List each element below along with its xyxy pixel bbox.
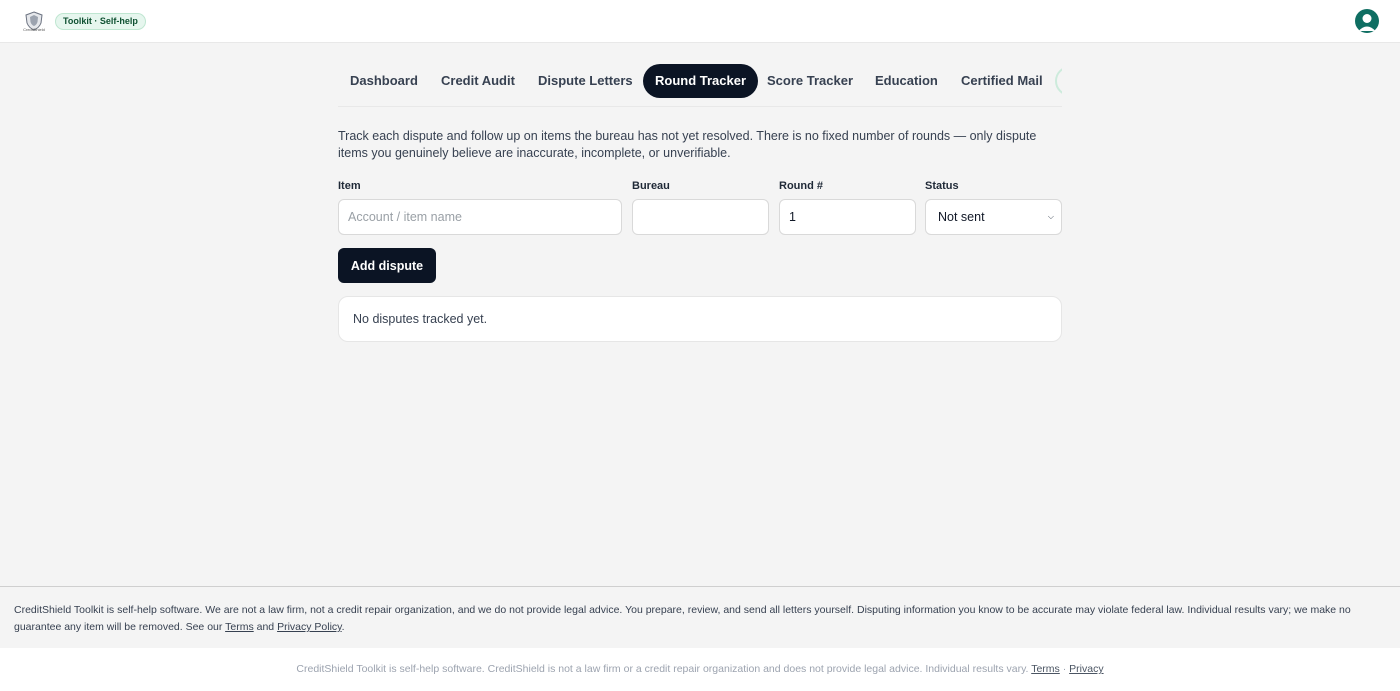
user-avatar-icon[interactable] (1355, 9, 1379, 33)
tab-dispute-letters[interactable]: Dispute Letters (538, 64, 633, 98)
tab-score-tracker[interactable]: Score Tracker (767, 64, 853, 98)
add-dispute-button[interactable]: Add dispute (338, 248, 436, 283)
round-number-input[interactable] (779, 199, 916, 235)
footer-privacy-link[interactable]: Privacy (1069, 663, 1103, 675)
round-label: Round # (779, 180, 823, 192)
empty-state-card: No disputes tracked yet. (338, 296, 1062, 342)
tab-overflow-partial[interactable] (1055, 66, 1062, 96)
footer-separator: · (1062, 663, 1067, 675)
status-selected-value: Not sent (938, 210, 985, 224)
disclaimer-text: CreditShield Toolkit is self-help softwa… (14, 604, 1351, 633)
logo-wordmark: CreditShield (23, 27, 45, 32)
legal-disclaimer: CreditShield Toolkit is self-help softwa… (0, 586, 1400, 648)
tab-education[interactable]: Education (875, 64, 938, 98)
bureau-label: Bureau (632, 180, 670, 192)
tab-credit-audit[interactable]: Credit Audit (441, 64, 515, 98)
main-tab-bar: Dashboard Credit Audit Dispute Letters R… (338, 64, 1062, 107)
terms-link[interactable]: Terms (225, 621, 254, 633)
top-header: CreditShield Toolkit · Self-help (0, 0, 1400, 43)
period-text: . (341, 621, 345, 633)
tab-dashboard[interactable]: Dashboard (350, 64, 418, 98)
bureau-input[interactable] (632, 199, 769, 235)
status-label: Status (925, 180, 959, 192)
and-text: and (256, 621, 275, 633)
item-label: Item (338, 180, 361, 192)
bottom-footer-text: CreditShield Toolkit is self-help softwa… (296, 663, 1029, 675)
tab-round-tracker[interactable]: Round Tracker (643, 64, 759, 98)
chevron-down-icon: ⌵ (1047, 212, 1054, 221)
item-input[interactable] (338, 199, 622, 235)
toolkit-badge: Toolkit · Self-help (55, 13, 146, 30)
bottom-footer: CreditShield Toolkit is self-help softwa… (0, 648, 1400, 691)
footer-terms-link[interactable]: Terms (1031, 663, 1060, 675)
tab-certified-mail[interactable]: Certified Mail (961, 64, 1043, 98)
status-select[interactable]: Not sent ⌵ (925, 199, 1062, 235)
privacy-policy-link[interactable]: Privacy Policy (277, 621, 342, 633)
intro-text: Track each dispute and follow up on item… (338, 129, 1037, 160)
